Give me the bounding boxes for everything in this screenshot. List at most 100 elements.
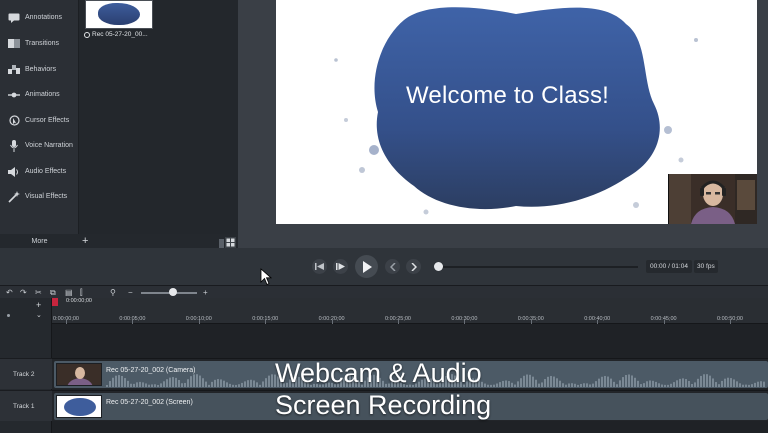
waveform-bar xyxy=(625,375,627,387)
waveform-bar xyxy=(556,378,558,387)
waveform-bar xyxy=(727,377,729,387)
sidebar-item-label: Voice Narration xyxy=(25,142,73,149)
previous-marker-button[interactable] xyxy=(385,259,400,274)
more-button[interactable]: More xyxy=(0,234,79,248)
waveform-bar xyxy=(229,383,231,387)
split-icon[interactable]: ⫿ xyxy=(80,287,83,298)
waveform-bar xyxy=(595,381,597,387)
waveform-bar xyxy=(592,383,594,387)
camera-clip-thumbnail xyxy=(56,363,102,386)
sidebar-item-behaviors[interactable]: Behaviors xyxy=(0,57,79,82)
waveform-bar xyxy=(721,380,723,387)
chevron-down-icon[interactable]: ⌄ xyxy=(36,311,42,319)
waveform-bar xyxy=(541,382,543,387)
sidebar-item-cursor-effects[interactable]: Cursor Effects xyxy=(0,108,79,133)
slide-title[interactable]: Welcome to Class! xyxy=(406,82,609,110)
waveform-bar xyxy=(547,376,549,387)
zoom-out-button[interactable]: − xyxy=(128,287,133,298)
sidebar-item-label: Annotations xyxy=(25,14,62,21)
playback-controls: 00:00 / 01:04 30 fps xyxy=(0,248,768,286)
chevron-right-icon xyxy=(410,262,417,271)
frame-step-icon xyxy=(336,263,345,270)
waveform-bar xyxy=(658,383,660,387)
waveform-bar xyxy=(577,384,579,387)
sidebar-item-audio-effects[interactable]: Audio Effects xyxy=(0,159,79,184)
waveform-bar xyxy=(586,383,588,387)
timeline-ruler[interactable]: 0:00:00;00 0:00:00;00 0:00:05;00 0:00:10;0… xyxy=(52,298,768,324)
waveform-bar xyxy=(718,384,720,387)
paste-icon[interactable]: ▤ xyxy=(65,287,73,298)
thumbnail-splash xyxy=(98,3,140,25)
waveform-bar xyxy=(226,382,228,387)
chevron-left-icon xyxy=(389,262,396,271)
ruler-tick xyxy=(663,320,665,324)
waveform-bar xyxy=(601,376,603,387)
sidebar-item-animations[interactable]: Animations xyxy=(0,82,79,107)
waveform-bar xyxy=(607,376,609,387)
waveform-bar xyxy=(535,379,537,387)
media-thumbnail[interactable] xyxy=(85,0,153,29)
waveform-bar xyxy=(160,383,162,387)
screen-clip-thumbnail xyxy=(56,395,102,418)
redo-icon[interactable]: ↷ xyxy=(20,287,27,298)
time-readout: 00:00 / 01:04 xyxy=(646,260,692,273)
add-media-button[interactable]: + xyxy=(82,234,88,248)
sidebar-item-annotations[interactable]: Annotations xyxy=(0,5,79,30)
waveform-bar xyxy=(487,384,489,387)
overlay-caption-screen: Screen Recording xyxy=(275,390,492,420)
waveform-bar xyxy=(634,377,636,387)
waveform-bar xyxy=(127,380,129,387)
step-back-button[interactable] xyxy=(312,259,327,274)
sidebar-item-voice-narration[interactable]: Voice Narration xyxy=(0,133,79,158)
add-track-button[interactable]: + xyxy=(36,300,41,310)
canvas-slide[interactable]: Welcome to Class! xyxy=(276,0,757,224)
ruler-tick xyxy=(66,320,67,324)
waveform-bar xyxy=(154,384,156,387)
microphone-icon xyxy=(7,139,21,153)
waveform-bar xyxy=(670,383,672,387)
waveform-bar xyxy=(745,384,747,387)
waveform-bar xyxy=(649,380,651,387)
undo-icon[interactable]: ↶ xyxy=(6,287,13,298)
webcam-overlay[interactable] xyxy=(668,174,757,224)
track-header-2[interactable]: Track 2 xyxy=(0,358,52,389)
waveform-bar xyxy=(502,380,504,387)
scrubber-track[interactable] xyxy=(440,266,638,268)
cut-icon[interactable]: ✂ xyxy=(35,287,42,298)
waveform-bar xyxy=(583,383,585,387)
waveform-bar xyxy=(124,378,126,387)
frame-back-button[interactable] xyxy=(333,259,348,274)
waveform-bar xyxy=(697,378,699,387)
play-button[interactable] xyxy=(355,255,378,278)
waveform-bar xyxy=(175,377,177,387)
sidebar-item-visual-effects[interactable]: Visual Effects xyxy=(0,184,79,209)
scrubber-handle[interactable] xyxy=(434,262,443,271)
waveform-bar xyxy=(112,377,114,387)
zoom-slider-handle[interactable] xyxy=(169,288,177,296)
rewind-icon xyxy=(315,263,324,270)
waveform-bar xyxy=(184,382,186,387)
waveform-bar xyxy=(643,383,645,387)
waveform-bar xyxy=(550,375,552,387)
waveform-bar xyxy=(259,384,261,387)
waveform-bar xyxy=(667,384,669,387)
zoom-in-button[interactable]: + xyxy=(203,287,208,298)
playhead[interactable] xyxy=(52,298,58,306)
playhead-time: 0:00:00;00 xyxy=(66,298,92,304)
sidebar-item-label: Animations xyxy=(25,91,60,98)
cursor-icon xyxy=(7,114,21,128)
waveform-bar xyxy=(157,384,159,387)
sidebar-item-transitions[interactable]: Transitions xyxy=(0,31,79,56)
next-marker-button[interactable] xyxy=(406,259,421,274)
waveform-bar xyxy=(241,382,243,387)
waveform-bar xyxy=(193,374,195,387)
waveform-bar xyxy=(514,384,516,387)
waveform-bar xyxy=(109,381,111,387)
zoom-search-icon[interactable]: ⚲ xyxy=(110,287,116,298)
copy-icon[interactable]: ⧉ xyxy=(50,287,56,298)
waveform-bar xyxy=(664,384,666,387)
waveform-bar xyxy=(544,379,546,387)
waveform-bar xyxy=(484,383,486,387)
track-header-1[interactable]: Track 1 xyxy=(0,390,52,421)
waveform-bar xyxy=(655,381,657,387)
